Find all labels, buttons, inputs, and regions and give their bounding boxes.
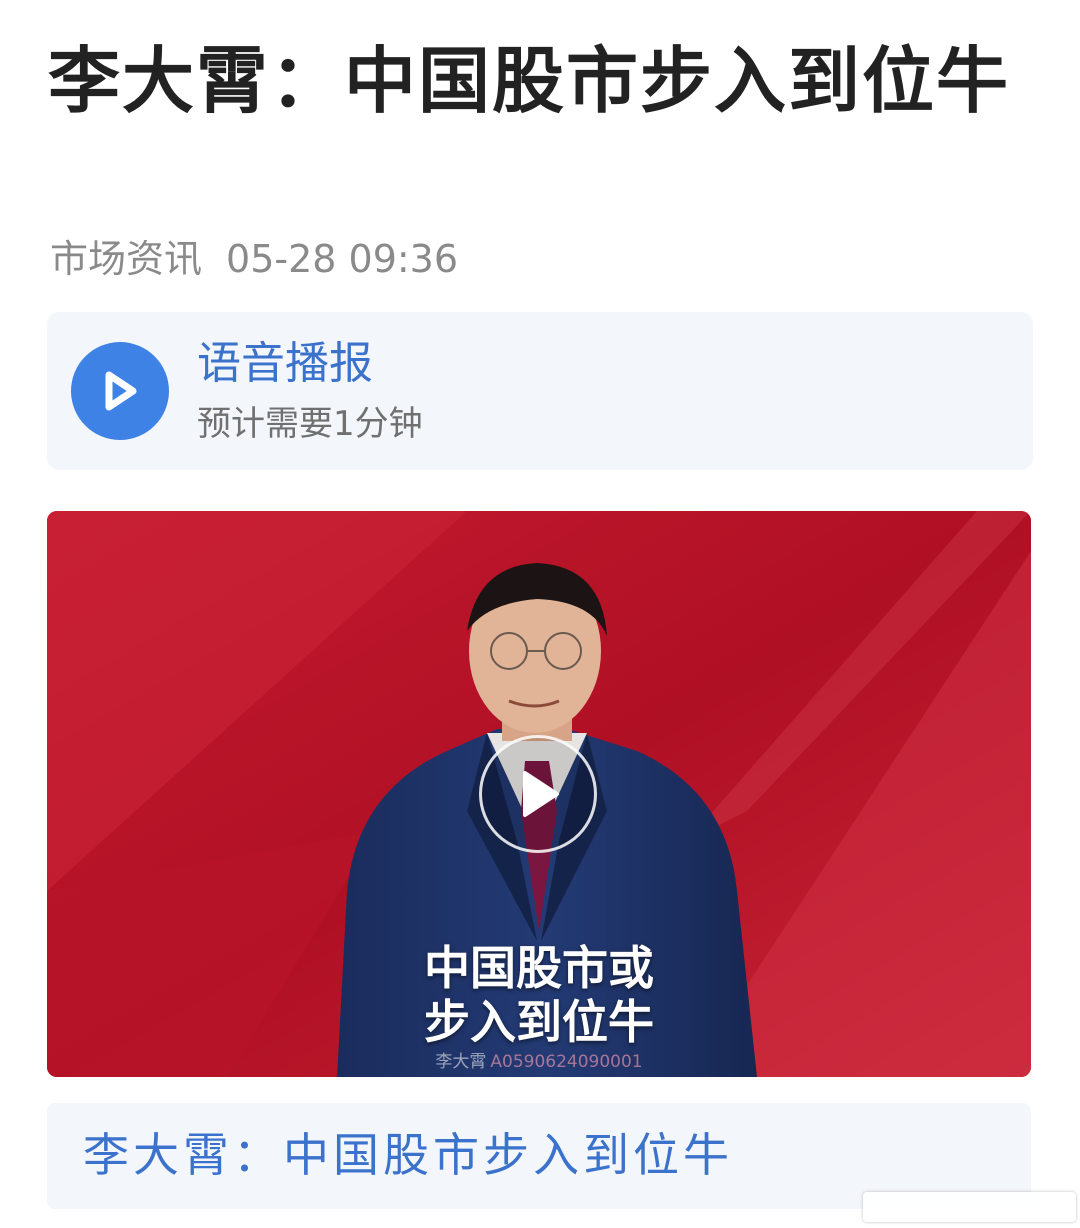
- related-article-link[interactable]: 李大霄：中国股市步入到位牛: [83, 1125, 733, 1185]
- play-icon: [105, 371, 137, 411]
- video-caption-line: 步入到位牛: [424, 995, 654, 1049]
- scroll-indicator[interactable]: [863, 1192, 1076, 1222]
- video-watermark: 李大霄 A0590624090001: [47, 1051, 1031, 1073]
- audio-broadcast-title: 语音播报: [197, 338, 373, 389]
- article-source: 市场资讯: [50, 237, 203, 281]
- audio-duration-estimate: 预计需要1分钟: [197, 404, 423, 444]
- video-player[interactable]: 中国股市或 步入到位牛 李大霄 A0590624090001: [47, 511, 1031, 1077]
- audio-play-button[interactable]: [71, 342, 169, 440]
- video-caption: 中国股市或 步入到位牛: [47, 941, 1031, 1049]
- article-datetime: 05-28 09:36: [226, 237, 459, 281]
- watermark-name: 李大霄: [435, 1052, 487, 1072]
- article-meta: 市场资讯 05-28 09:36: [50, 232, 458, 286]
- video-caption-line: 中国股市或: [424, 941, 654, 995]
- play-icon: [523, 771, 559, 817]
- watermark-code: A0590624090001: [490, 1052, 643, 1072]
- audio-broadcast-card[interactable]: 语音播报 预计需要1分钟: [47, 312, 1033, 470]
- video-play-button[interactable]: [479, 735, 597, 853]
- article-title: 李大霄：中国股市步入到位牛: [48, 39, 1011, 123]
